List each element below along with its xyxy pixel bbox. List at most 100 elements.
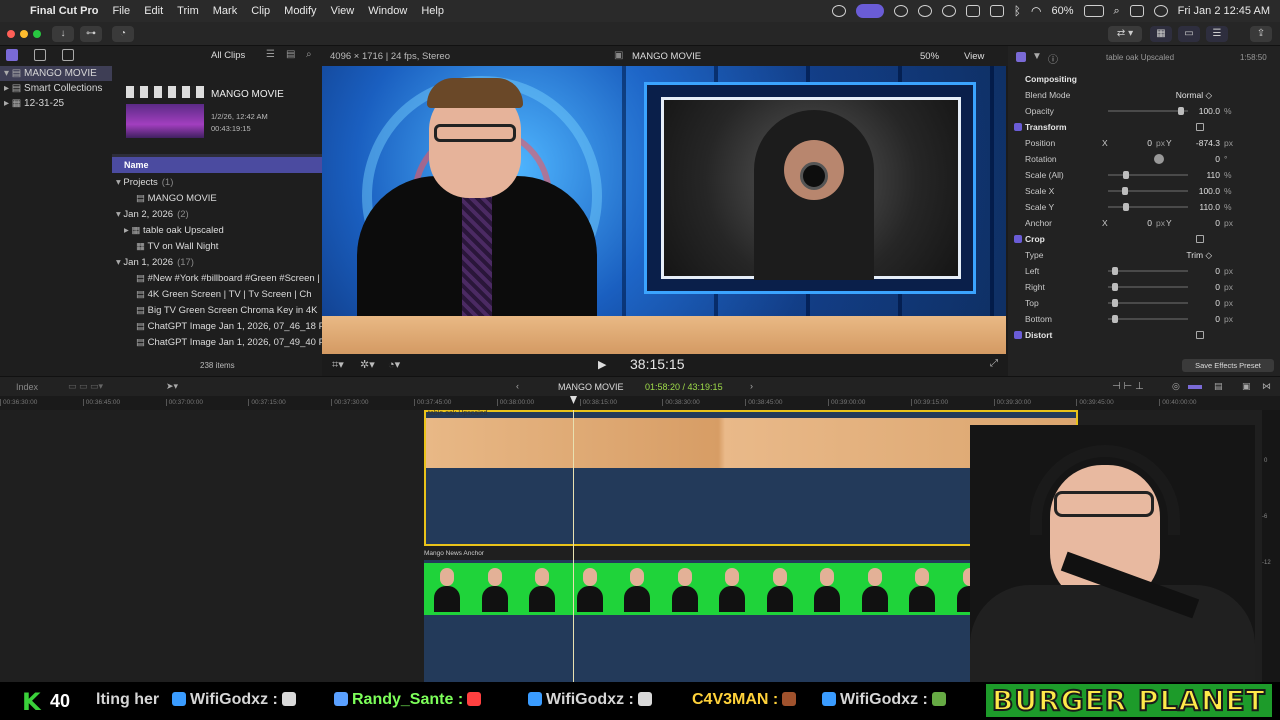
slider-knob[interactable] [1121,187,1128,195]
slider-track[interactable] [1108,318,1188,320]
transitions-icon[interactable]: ⋈ [1262,381,1271,392]
control-center-icon[interactable] [1129,5,1144,17]
x-value[interactable]: 0 [1147,215,1152,231]
name-column-header[interactable]: Name [112,157,322,173]
value-field[interactable]: 100.0 [1199,103,1220,119]
list-item[interactable]: ▤ ChatGPT Image Jan 1, 2026, 07_46_18 PM [112,319,322,335]
value-field[interactable]: 0 [1215,151,1220,167]
clip-mango-news-anchor[interactable] [424,560,1064,682]
photos-icon[interactable] [34,49,46,61]
display-icon[interactable] [989,5,1004,17]
clip-filter-menu[interactable]: All Clips [211,50,245,61]
inspector-row-blend-mode[interactable]: Blend Mode Normal ◇ [1008,87,1280,103]
close-window-button[interactable] [7,30,15,38]
timeline-toggle-icon[interactable]: ▭ [1178,26,1200,42]
history-back-icon[interactable]: ‹ [516,381,519,391]
inspector-row-crop[interactable]: Crop [1008,231,1280,247]
minimize-window-button[interactable] [20,30,28,38]
inspector-row-scale-x[interactable]: Scale X 100.0% [1008,183,1280,199]
project-thumbnail[interactable] [126,104,204,138]
inspector-row-type[interactable]: Type Trim ◇ [1008,247,1280,263]
library-item[interactable]: ▾ ▤ MANGO MOVIE [0,66,112,81]
wifi-icon[interactable]: ◠ [1031,4,1041,18]
event-item[interactable]: ▸ ▦ 12-31-25 [0,96,112,111]
list-item[interactable]: ▤ 4K Green Screen | TV | Tv Screen | Ch [112,287,322,303]
inspector-row-scale-y[interactable]: Scale Y 110.0% [1008,199,1280,215]
reset-icon[interactable] [1196,123,1204,131]
import-icon[interactable]: ↓ [52,26,74,42]
group-projects[interactable]: ▾ Projects (1) [112,175,322,191]
screen-record-icon[interactable] [855,4,884,18]
value-field[interactable]: 0 [1215,279,1220,295]
slider-track[interactable] [1108,110,1188,112]
reset-icon[interactable] [1196,331,1204,339]
search-icon[interactable]: ⌕ [1114,5,1120,18]
list-item[interactable]: ▸ ▦ table oak Upscaled [112,223,322,239]
value-field[interactable]: 0 [1215,215,1220,231]
list-item[interactable]: ▦ TV on Wall Night [112,239,322,255]
inspector-row-opacity[interactable]: Opacity 100.0% [1008,103,1280,119]
value-field[interactable]: 110 [1206,167,1220,183]
video-viewer[interactable] [322,66,1006,354]
search-icon[interactable]: ⌕ [306,49,312,60]
keyword-icon[interactable]: ⊶ [80,26,102,42]
list-item[interactable]: ▤ ChatGPT Image Jan 1, 2026, 07_49_40 PM [112,335,322,351]
value-field[interactable]: 100.0 [1199,183,1220,199]
slider-track[interactable] [1108,286,1188,288]
x-value[interactable]: 0 [1147,135,1152,151]
list-item[interactable]: ▤ Big TV Green Screen Chroma Key in 4K [112,303,322,319]
playhead-handle[interactable] [570,396,577,404]
value-field[interactable]: 110.0 [1199,199,1220,215]
slider-knob[interactable] [1123,171,1130,179]
section-checkbox[interactable] [1014,331,1022,339]
list-item[interactable]: ▤ MANGO MOVIE [112,191,322,207]
list-item[interactable]: ▤ #New #York #billboard #Green #Screen |… [112,271,322,287]
playhead[interactable] [573,410,574,682]
slider-knob[interactable] [1111,299,1118,307]
value-field[interactable]: 0 [1215,295,1220,311]
save-effects-preset-button[interactable]: Save Effects Preset [1182,359,1274,372]
background-tasks-icon[interactable]: ◔ [112,26,134,42]
menu-mark[interactable]: Mark [213,5,237,17]
menu-clip[interactable]: Clip [251,5,270,17]
value-field[interactable]: 0 [1215,311,1220,327]
video-inspector-icon[interactable] [1016,52,1026,62]
volume-icon[interactable] [965,5,980,17]
history-forward-icon[interactable]: › [750,381,753,391]
user-icon[interactable] [1153,5,1168,17]
inspector-row-left[interactable]: Left 0 px [1008,263,1280,279]
crop-tool-icon[interactable]: ⌗▾ [332,358,344,372]
clip-appearance-icon[interactable]: ▤ [1214,381,1223,392]
bluetooth-icon[interactable]: ᛒ [1014,4,1021,18]
inspector-row-transform[interactable]: Transform [1008,119,1280,135]
inspector-row-right[interactable]: Right 0 px [1008,279,1280,295]
slider-knob[interactable] [1177,107,1184,115]
timeline-area[interactable]: table oak Upscaled Mango News Anchor 0 -… [0,410,1280,682]
share-icon[interactable]: ⇪ [1250,26,1272,42]
filmstrip-icon[interactable]: ☰ [266,49,275,60]
edit-buttons[interactable]: ▭ ▭ ▭▾ [68,381,103,392]
value-field[interactable]: 0 [1215,263,1220,279]
group-jan-2[interactable]: ▾ Jan 2, 2026 (2) [112,207,322,223]
zoom-menu[interactable]: 50% [920,51,939,62]
menu-view[interactable]: View [331,5,355,17]
slider-knob[interactable] [1111,283,1118,291]
menu-edit[interactable]: Edit [144,5,163,17]
section-checkbox[interactable] [1014,235,1022,243]
inspector-row-bottom[interactable]: Bottom 0 px [1008,311,1280,327]
slider-track[interactable] [1108,302,1188,304]
menu-help[interactable]: Help [421,5,444,17]
info-inspector-icon[interactable]: ⓘ [1048,51,1058,66]
status-icon[interactable] [831,5,846,17]
smart-collections-item[interactable]: ▸ ▤ Smart Collections [0,81,112,96]
inspector-row-compositing[interactable]: Compositing [1008,71,1280,87]
audio-skimming-icon[interactable]: ◎ [1172,381,1180,392]
popup-menu[interactable]: Trim ◇ [1186,247,1212,263]
effects-browser-icon[interactable]: ▣ [1242,381,1251,392]
speed-icon[interactable]: ◔▾ [388,358,400,371]
inspector-row-distort[interactable]: Distort [1008,327,1280,343]
slider-knob[interactable] [1123,203,1130,211]
value-field[interactable]: -874.3 [1196,135,1220,151]
menu-trim[interactable]: Trim [177,5,199,17]
menu-window[interactable]: Window [368,5,407,17]
